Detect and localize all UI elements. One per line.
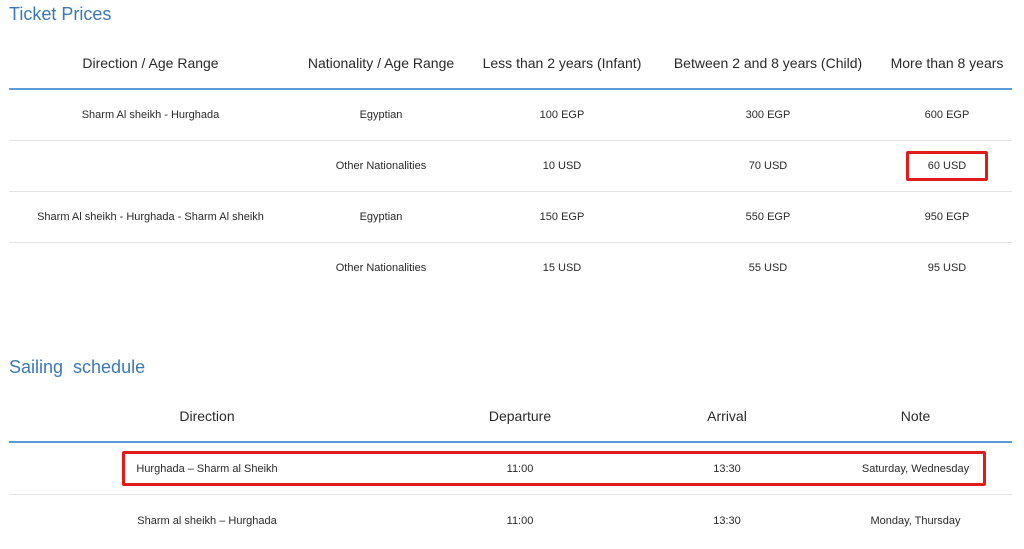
adult-price-text: 60 USD <box>927 160 967 172</box>
infant-price-cell: 100 EGP <box>470 89 654 141</box>
table-row: Other Nationalities 10 USD 70 USD 60 USD <box>9 140 1012 192</box>
sailing-schedule-table: Direction Departure Arrival Note Hurghad… <box>9 391 1012 546</box>
infant-price-cell: 15 USD <box>542 262 582 274</box>
table-row: Sharm Al sheikh - Hurghada - Sharm Al sh… <box>9 191 1012 243</box>
arrival-cell: 13:30 <box>635 442 819 495</box>
departure-cell: 11:00 <box>506 514 534 527</box>
child-price-cell: 55 USD <box>748 262 788 274</box>
table-row: Sharm al sheikh – Hurghada 11:00 13:30 M… <box>9 495 1012 547</box>
departure-cell: 11:00 <box>405 442 635 495</box>
header-nationality: Nationality / Age Range <box>292 38 470 90</box>
infant-price-cell: 10 USD <box>470 140 654 192</box>
child-price-cell: 70 USD <box>654 140 882 192</box>
direction-cell <box>9 140 292 192</box>
note-cell: Saturday, Wednesday <box>819 442 1012 495</box>
sailing-header-row: Direction Departure Arrival Note <box>9 391 1012 443</box>
ticket-prices-header-row: Direction / Age Range Nationality / Age … <box>9 38 1012 90</box>
header-infant: Less than 2 years (Infant) <box>470 38 654 90</box>
ticket-prices-table: Direction / Age Range Nationality / Age … <box>9 38 1012 293</box>
child-price-cell: 300 EGP <box>654 89 882 141</box>
nationality-cell: Egyptian <box>292 191 470 243</box>
header-direction: Direction / Age Range <box>9 38 292 90</box>
adult-price-cell: 600 EGP <box>882 89 1012 141</box>
nationality-cell: Other Nationalities <box>335 262 427 274</box>
note-cell: Monday, Thursday <box>870 514 961 527</box>
direction-cell: Sharm Al sheikh - Hurghada <box>9 89 292 141</box>
table-row: Sharm Al sheikh - Hurghada Egyptian 100 … <box>9 89 1012 141</box>
header-departure: Departure <box>405 391 635 443</box>
arrival-cell: 13:30 <box>713 514 741 527</box>
child-price-cell: 550 EGP <box>654 191 882 243</box>
header-direction: Direction <box>9 391 405 443</box>
header-child: Between 2 and 8 years (Child) <box>654 38 882 90</box>
nationality-cell: Egyptian <box>292 89 470 141</box>
header-adult: More than 8 years <box>882 38 1012 90</box>
direction-cell <box>9 243 292 294</box>
nationality-cell: Other Nationalities <box>292 140 470 192</box>
infant-price-cell: 150 EGP <box>470 191 654 243</box>
direction-cell: Hurghada – Sharm al Sheikh <box>9 442 405 495</box>
adult-price-cell: 950 EGP <box>882 191 1012 243</box>
sailing-schedule-title: Sailing schedule <box>9 357 146 377</box>
table-row-highlighted: Hurghada – Sharm al Sheikh 11:00 13:30 S… <box>9 442 1012 495</box>
table-row: Other Nationalities 15 USD 55 USD 95 USD <box>9 243 1012 294</box>
ticket-prices-title: Ticket Prices <box>9 4 112 24</box>
header-note: Note <box>819 391 1012 443</box>
adult-price-cell-highlighted: 60 USD <box>882 140 1012 192</box>
header-arrival: Arrival <box>635 391 819 443</box>
direction-cell: Sharm Al sheikh - Hurghada - Sharm Al sh… <box>9 191 292 243</box>
direction-cell: Sharm al sheikh – Hurghada <box>137 514 277 527</box>
adult-price-cell: 95 USD <box>927 262 967 274</box>
